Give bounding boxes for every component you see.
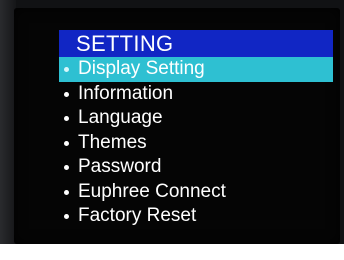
menu-item-password[interactable]: Password (59, 155, 333, 180)
menu-item-display-setting[interactable]: Display Setting (59, 57, 333, 82)
menu-item-label: Language (78, 107, 163, 128)
menu-item-label: Themes (78, 131, 147, 153)
bullet-icon (64, 67, 69, 72)
menu-item-label: Factory Reset (78, 205, 197, 226)
bullet-icon (64, 165, 69, 170)
menu-item-label: Display Setting (78, 58, 205, 79)
device-frame: SETTING Display Setting Information Lang… (0, 0, 344, 260)
settings-menu: SETTING Display Setting Information Lang… (59, 30, 333, 229)
menu-item-factory-reset[interactable]: Factory Reset (59, 204, 333, 229)
background-strip (0, 244, 344, 260)
menu-item-label: Information (78, 82, 174, 104)
menu-item-label: Password (78, 156, 162, 177)
menu-item-euphree-connect[interactable]: Euphree Connect (59, 180, 333, 205)
bullet-icon (64, 116, 69, 121)
bullet-icon (64, 189, 69, 195)
menu-item-information[interactable]: Information (59, 82, 333, 107)
bullet-icon (64, 214, 69, 219)
menu-item-label: Euphree Connect (78, 180, 226, 202)
bullet-icon (64, 140, 69, 146)
menu-item-language[interactable]: Language (59, 106, 333, 131)
menu-item-themes[interactable]: Themes (59, 131, 333, 156)
bullet-icon (64, 91, 69, 97)
menu-title: SETTING (59, 30, 333, 57)
